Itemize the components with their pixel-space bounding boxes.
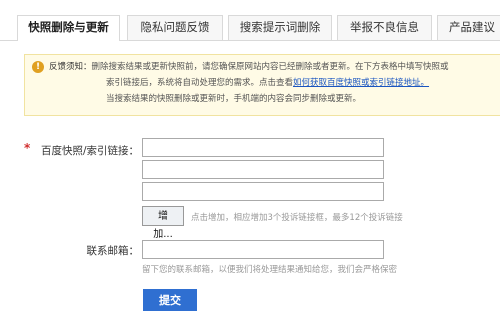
feedback-notice: ! 反馈须知：删除搜索结果或更新快照前，请您确保原网站内容已经删除或者更新。在下… — [24, 54, 500, 116]
notice-text: 反馈须知：删除搜索结果或更新快照前，请您确保原网站内容已经删除或者更新。在下方表… — [49, 59, 497, 107]
notice-line-1: 反馈须知：删除搜索结果或更新快照前，请您确保原网站内容已经删除或者更新。在下方表… — [49, 59, 497, 75]
tab-snapshot-update[interactable]: 快照删除与更新 — [17, 15, 120, 41]
how-to-get-link[interactable]: 如何获取百度快照或索引链接地址。 — [293, 78, 429, 88]
notice-label: 反馈须知： — [49, 62, 92, 72]
notice-line-2: 索引链接后，系统将自动处理您的需求。点击查看如何获取百度快照或索引链接地址。 — [49, 75, 497, 91]
link-input-2[interactable] — [142, 160, 384, 179]
add-hint: 点击增加，相应增加3个投诉链接框，最多12个投诉链接 — [191, 213, 403, 223]
tab-product-suggestion[interactable]: 产品建议 — [437, 15, 500, 40]
tab-bar: 快照删除与更新 隐私问题反馈 搜索提示词删除 举报不良信息 产品建议 — [0, 0, 500, 41]
notice-line-1-text: 删除搜索结果或更新快照前，请您确保原网站内容已经删除或者更新。在下方表格中填写快… — [91, 62, 449, 72]
email-hint: 留下您的联系邮箱，以便我们将处理结果通知给您，我们会严格保密 — [142, 265, 398, 275]
submit-button[interactable]: 提交 — [143, 289, 197, 311]
tab-privacy-feedback[interactable]: 隐私问题反馈 — [127, 15, 223, 40]
link-input-3[interactable] — [142, 182, 384, 201]
email-label: 联系邮箱： — [86, 245, 140, 257]
notice-line-3: 当搜索结果的快照删除或更新时，手机端的内容会同步删除或更新。 — [106, 94, 362, 104]
tab-search-suggestion-delete[interactable]: 搜索提示词删除 — [228, 15, 332, 40]
info-icon: ! — [32, 61, 44, 73]
tab-report-bad-info[interactable]: 举报不良信息 — [337, 15, 432, 40]
link-input-1[interactable] — [142, 138, 384, 157]
link-label: 百度快照/索引链接： — [40, 145, 139, 157]
required-mark: * — [24, 141, 31, 155]
add-button[interactable]: 增加... — [142, 206, 184, 240]
email-input[interactable] — [142, 240, 384, 259]
notice-line-2-text: 索引链接后，系统将自动处理您的需求。点击查看 — [106, 78, 294, 88]
